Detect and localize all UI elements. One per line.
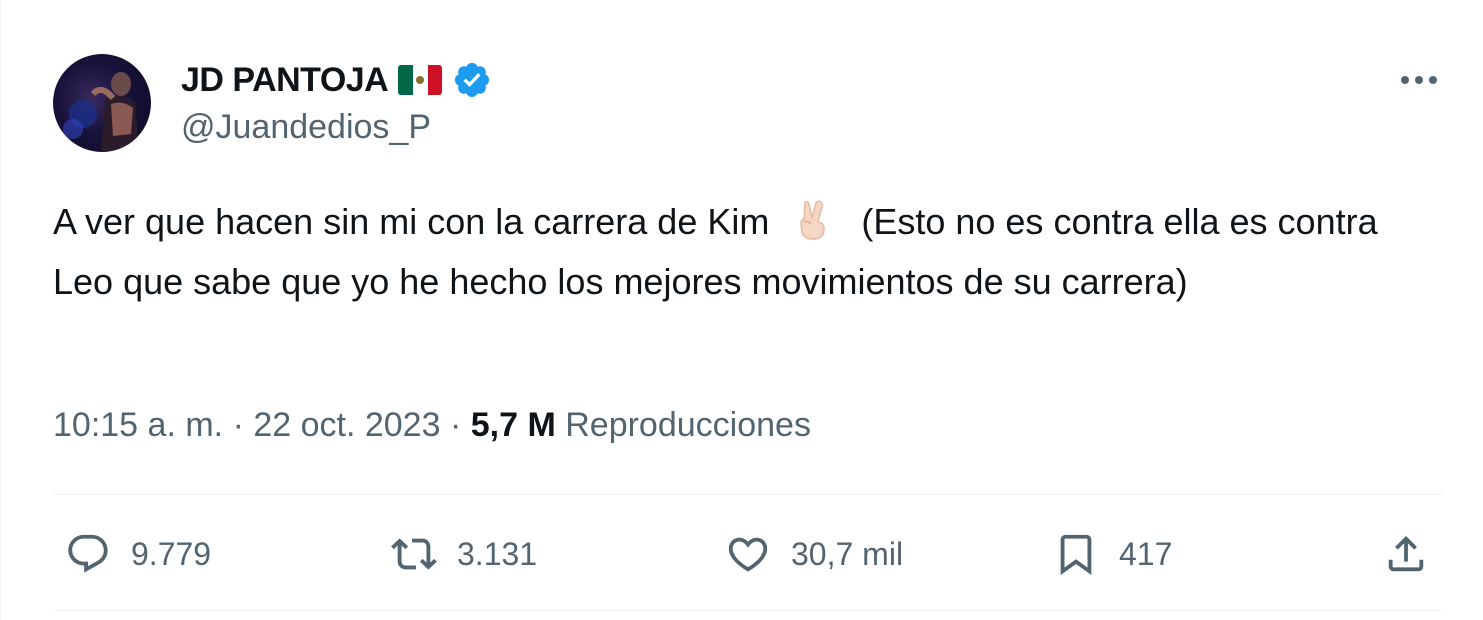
like-button[interactable]: 30,7 mil xyxy=(725,524,903,584)
tweet-date[interactable]: 22 oct. 2023 xyxy=(253,406,440,444)
views-label: Reproducciones xyxy=(565,406,811,444)
tweet-time[interactable]: 10:15 a. m. xyxy=(53,406,223,444)
reply-button[interactable]: 9.779 xyxy=(65,524,211,584)
share-upload-icon xyxy=(1388,535,1424,572)
bookmark-button[interactable]: 417 xyxy=(1053,524,1172,584)
victory-hand-emoji-icon xyxy=(800,200,826,240)
reply-icon xyxy=(68,534,108,573)
bookmark-icon xyxy=(1060,534,1092,575)
repost-button[interactable]: 3.131 xyxy=(391,524,537,584)
tweet-card: JD PANTOJA @Juandedios_P A ver que hacen… xyxy=(0,0,1483,620)
mexico-flag-icon xyxy=(398,65,443,95)
verified-badge-icon[interactable] xyxy=(452,60,492,100)
action-bar: 9.779 3.131 30,7 mil 417 xyxy=(53,524,1443,584)
bookmark-count: 417 xyxy=(1119,535,1173,572)
avatar-image xyxy=(63,72,139,152)
repost-icon xyxy=(391,538,437,570)
share-button[interactable] xyxy=(1383,524,1429,584)
author-handle[interactable]: @Juandedios_P xyxy=(181,108,431,147)
author-display-name[interactable]: JD PANTOJA xyxy=(181,61,389,100)
author-name-row: JD PANTOJA xyxy=(181,58,492,102)
meta-separator: · xyxy=(449,406,462,444)
tweet-text-part1: A ver que hacen sin mi con la carrera de… xyxy=(53,201,770,242)
repost-count: 3.131 xyxy=(457,535,538,572)
divider xyxy=(53,494,1443,495)
reply-count: 9.779 xyxy=(131,535,212,572)
divider xyxy=(53,610,1443,611)
more-horizontal-icon xyxy=(1401,76,1437,84)
like-count: 30,7 mil xyxy=(791,535,904,572)
meta-separator: · xyxy=(232,406,244,444)
more-options-button[interactable] xyxy=(1397,62,1441,98)
tweet-text: A ver que hacen sin mi con la carrera de… xyxy=(53,192,1443,312)
views-count: 5,7 M xyxy=(470,406,556,444)
avatar[interactable] xyxy=(53,54,151,152)
tweet-meta: 10:15 a. m. · 22 oct. 2023 · 5,7 M Repro… xyxy=(53,406,811,445)
heart-icon xyxy=(728,537,768,572)
